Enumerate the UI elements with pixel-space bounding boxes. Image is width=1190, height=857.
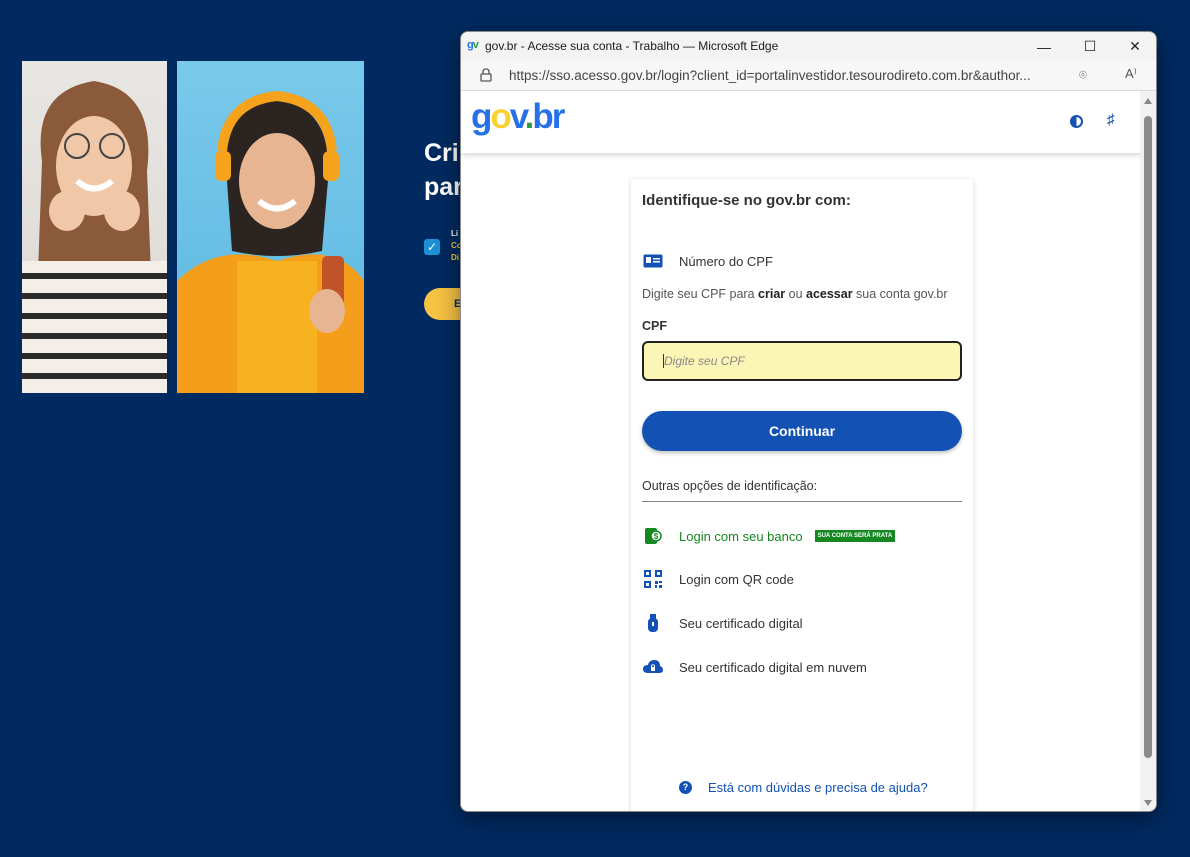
vlibras-accessibility-icon[interactable]: ♯ <box>1107 111 1115 128</box>
login-card: Identifique-se no gov.br com: Número do … <box>631 179 973 811</box>
login-qr-option[interactable]: Login com QR code <box>642 569 794 589</box>
address-bar[interactable]: https://sso.acesso.gov.br/login?client_i… <box>461 61 1156 91</box>
window-title: gov.br - Acesse sua conta - Trabalho — M… <box>485 39 779 53</box>
bank-icon: $ <box>642 526 664 546</box>
cpf-option-label: Número do CPF <box>679 253 773 269</box>
govbr-header: gov.br ♯ <box>461 91 1142 153</box>
qr-code-icon <box>642 569 664 589</box>
digital-certificate-option[interactable]: Seu certificado digital <box>642 613 803 633</box>
login-title: Identifique-se no gov.br com: <box>642 192 851 209</box>
location-icon[interactable]: ⌾ <box>1079 67 1087 83</box>
woman-glasses-photo <box>22 61 167 393</box>
background-checkbox[interactable]: ✓ <box>424 239 440 255</box>
cloud-certificate-label: Seu certificado digital em nuvem <box>679 659 867 675</box>
page-viewport: gov.br ♯ Identifique-se no gov.br com: N… <box>461 91 1142 811</box>
govbr-logo[interactable]: gov.br <box>471 97 565 137</box>
svg-text:$: $ <box>654 532 659 541</box>
minimize-icon: — <box>1037 38 1051 55</box>
minimize-button[interactable]: — <box>1021 32 1067 61</box>
cloud-certificate-option[interactable]: Seu certificado digital em nuvem <box>642 657 867 677</box>
help-icon: ? <box>679 781 692 794</box>
close-button[interactable]: ✕ <box>1112 32 1156 61</box>
help-link-text[interactable]: Está com dúvidas e precisa de ajuda? <box>708 780 928 795</box>
cloud-certificate-icon <box>642 657 664 677</box>
cpf-label: CPF <box>642 319 667 333</box>
cpf-hint: Digite seu CPF para criar ou acessar sua… <box>642 287 948 301</box>
login-bank-option[interactable]: $ Login com seu banco SUA CONTA SERÁ PRA… <box>642 526 896 546</box>
digital-certificate-label: Seu certificado digital <box>679 615 803 631</box>
id-card-icon <box>642 251 664 271</box>
read-aloud-icon[interactable]: A⁾ <box>1125 66 1137 82</box>
background-heading: Cri par <box>424 139 463 201</box>
maximize-button[interactable]: ☐ <box>1067 32 1113 61</box>
browser-window: gv gov.br - Acesse sua conta - Trabalho … <box>460 31 1157 812</box>
continue-button[interactable]: Continuar <box>642 411 962 451</box>
usb-token-icon <box>642 613 664 633</box>
govbr-favicon-icon: gv <box>467 39 479 51</box>
login-qr-label: Login com QR code <box>679 571 794 587</box>
login-bank-label: Login com seu banco <box>679 528 803 544</box>
divider <box>642 501 962 502</box>
lock-icon[interactable] <box>480 68 492 82</box>
url-text[interactable]: https://sso.acesso.gov.br/login?client_i… <box>509 68 1063 83</box>
help-link[interactable]: ? Está com dúvidas e precisa de ajuda? <box>679 780 928 795</box>
cpf-input[interactable] <box>642 341 962 381</box>
other-options-title: Outras opções de identificação: <box>642 479 818 493</box>
cpf-option[interactable]: Número do CPF <box>642 251 773 271</box>
scroll-up-icon[interactable] <box>1144 98 1152 104</box>
close-icon: ✕ <box>1129 38 1141 54</box>
scroll-thumb[interactable] <box>1144 116 1152 758</box>
vertical-scrollbar[interactable] <box>1140 91 1156 811</box>
maximize-icon: ☐ <box>1083 38 1097 54</box>
window-titlebar[interactable]: gv gov.br - Acesse sua conta - Trabalho … <box>461 32 1156 61</box>
silver-account-badge: SUA CONTA SERÁ PRATA <box>814 530 896 542</box>
contrast-icon[interactable] <box>1070 115 1083 128</box>
scroll-down-icon[interactable] <box>1144 800 1152 806</box>
text-caret <box>663 354 664 368</box>
woman-headphones-photo <box>177 61 364 393</box>
